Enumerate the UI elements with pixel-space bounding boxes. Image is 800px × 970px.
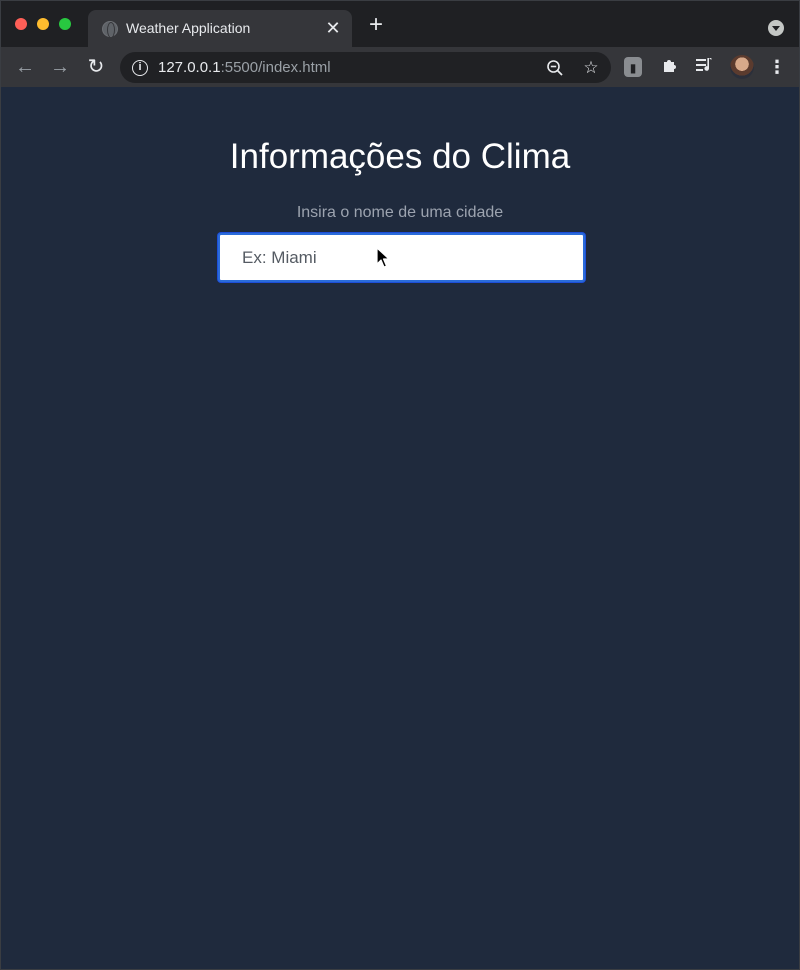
- city-search-input[interactable]: [218, 233, 585, 282]
- zoom-out-icon[interactable]: [546, 59, 564, 77]
- menu-icon[interactable]: ⋮: [768, 55, 786, 79]
- media-icon[interactable]: [694, 56, 716, 78]
- browser-toolbar: ← → ↻ i 127.0.0.1:5500/index.html ☆ ▮ ⋮: [1, 47, 799, 87]
- url-host: 127.0.0.1: [158, 59, 221, 76]
- browser-window: Weather Application ✕ + ← → ↻ i 127.0.0.…: [0, 0, 800, 970]
- browser-tab[interactable]: Weather Application ✕: [88, 10, 352, 47]
- back-arrow-icon[interactable]: ←: [13, 55, 37, 79]
- puzzle-icon[interactable]: [659, 56, 681, 78]
- star-icon[interactable]: ☆: [582, 59, 600, 77]
- globe-icon: [102, 21, 118, 38]
- reload-icon[interactable]: ↻: [84, 55, 108, 79]
- url-text[interactable]: 127.0.0.1:5500/index.html: [158, 59, 331, 76]
- info-icon[interactable]: i: [132, 60, 148, 76]
- tab-strip: Weather Application ✕ +: [1, 1, 799, 47]
- close-icon[interactable]: ✕: [323, 18, 343, 38]
- tab-search-icon[interactable]: [768, 20, 784, 36]
- page-content: Informações do Clima Insira o nome de um…: [1, 87, 799, 969]
- url-path: :5500/index.html: [220, 59, 331, 76]
- plus-icon[interactable]: +: [365, 13, 387, 37]
- address-bar[interactable]: i 127.0.0.1:5500/index.html ☆: [120, 52, 611, 83]
- maximize-window-button[interactable]: [59, 18, 71, 30]
- minimize-window-button[interactable]: [37, 18, 49, 30]
- forward-arrow-icon[interactable]: →: [48, 55, 72, 79]
- page-subtitle: Insira o nome de uma cidade: [296, 204, 504, 221]
- extension-icon[interactable]: ▮: [624, 57, 642, 77]
- avatar[interactable]: [730, 55, 754, 79]
- mouse-cursor-icon: [376, 247, 390, 268]
- page-title: Informações do Clima: [229, 137, 571, 176]
- tab-title: Weather Application: [126, 20, 251, 36]
- close-window-button[interactable]: [15, 18, 27, 30]
